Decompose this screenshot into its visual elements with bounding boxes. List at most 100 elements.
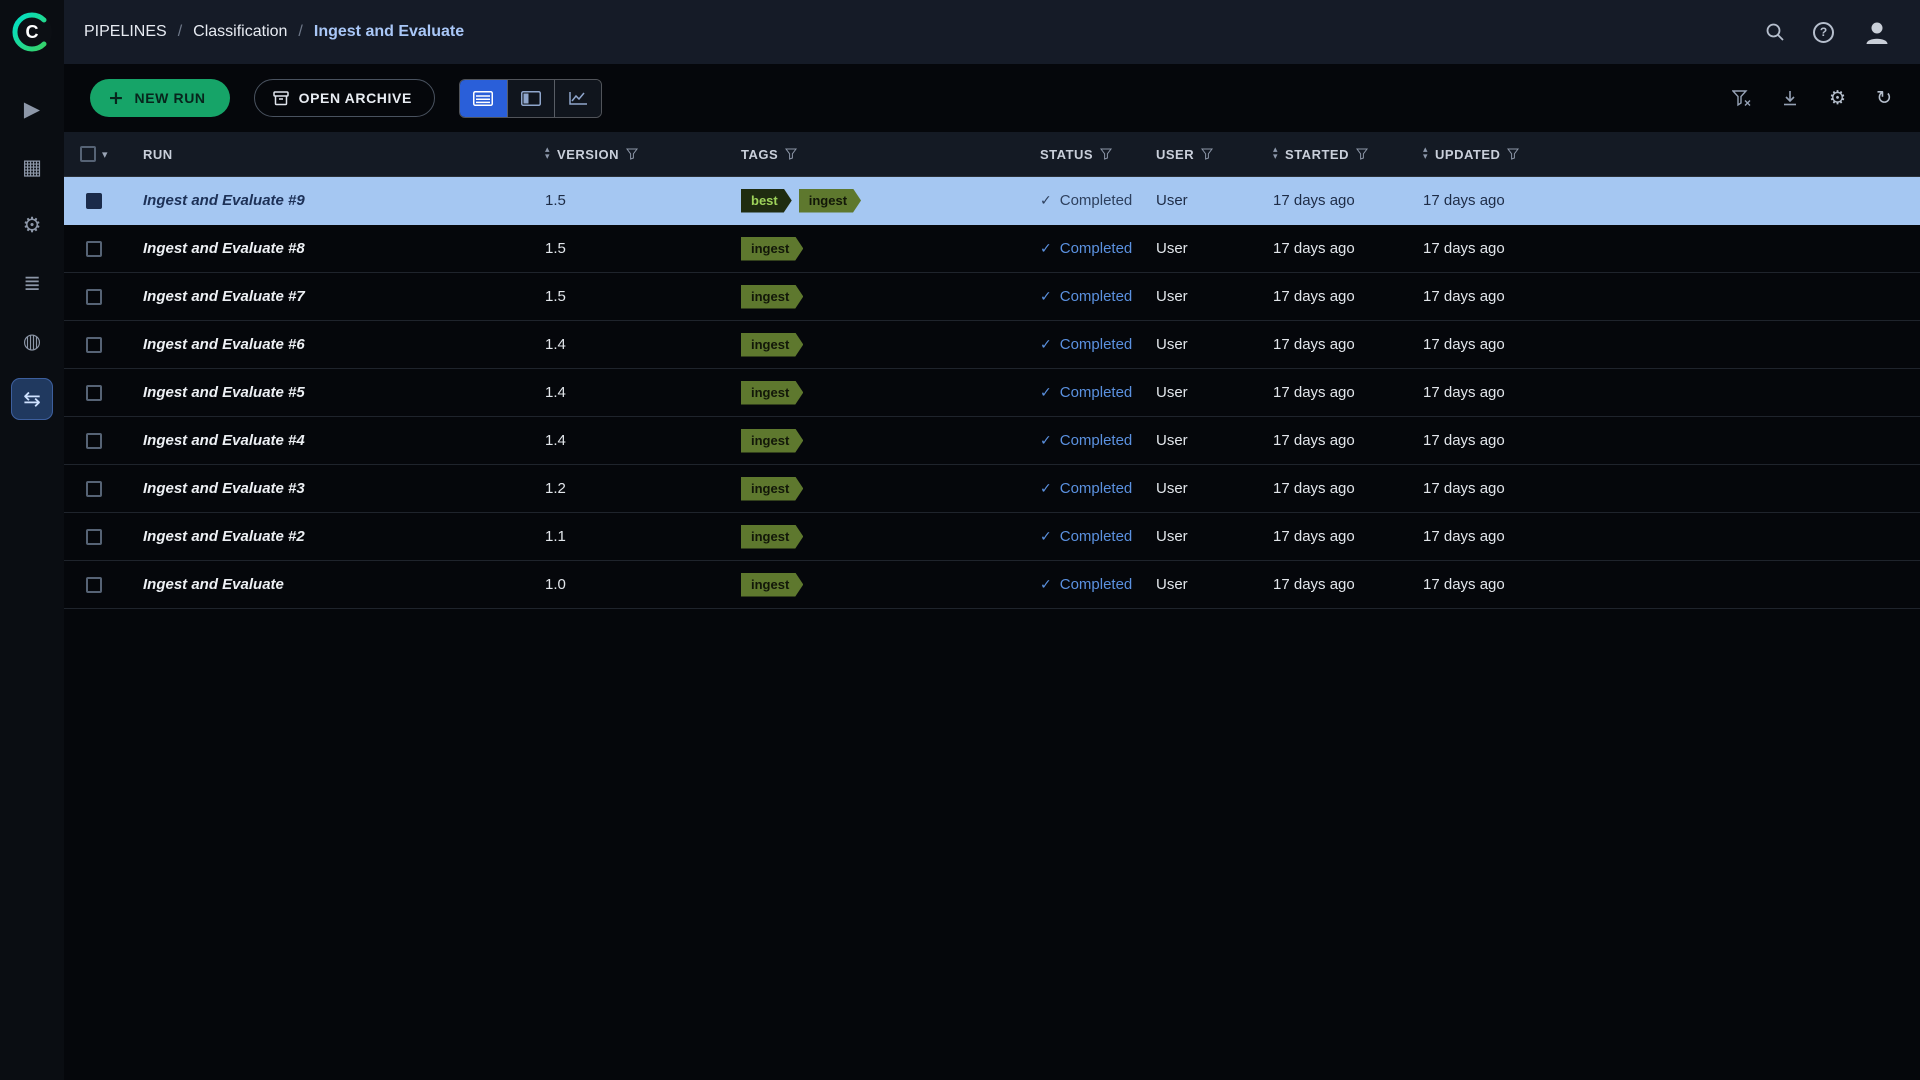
run-tags: ingest [741, 285, 1040, 309]
table-view-button[interactable] [460, 80, 507, 117]
column-header-user[interactable]: USER [1156, 147, 1273, 162]
search-icon[interactable] [1765, 22, 1785, 42]
models-icon: ⚙ [23, 213, 42, 237]
breadcrumb-current-pipeline: Ingest and Evaluate [314, 23, 464, 41]
run-cell: Ingest and Evaluate #2 [124, 528, 545, 546]
status-check-icon: ✓ [1040, 385, 1052, 401]
run-name-link[interactable]: Ingest and Evaluate #8 [143, 240, 305, 257]
run-name-link[interactable]: Ingest and Evaluate #6 [143, 336, 305, 353]
run-updated: 17 days ago [1423, 240, 1920, 257]
breadcrumb-separator: / [178, 23, 182, 41]
run-name-link[interactable]: Ingest and Evaluate #3 [143, 480, 305, 497]
open-archive-button[interactable]: OPEN ARCHIVE [254, 79, 435, 117]
table-row[interactable]: Ingest and Evaluate #7 1.5 ingest ✓ Comp… [64, 273, 1920, 321]
sidebar-item-projects[interactable]: ▶ [11, 88, 53, 130]
row-checkbox[interactable] [86, 385, 102, 401]
run-started: 17 days ago [1273, 192, 1423, 209]
download-icon[interactable] [1781, 89, 1799, 107]
run-started: 17 days ago [1273, 576, 1423, 593]
filter-icon[interactable] [626, 148, 638, 160]
filter-icon[interactable] [1507, 148, 1519, 160]
run-name-link[interactable]: Ingest and Evaluate #5 [143, 384, 305, 401]
run-name-link[interactable]: Ingest and Evaluate [143, 576, 284, 593]
row-select-cell [64, 481, 124, 497]
row-checkbox[interactable] [86, 577, 102, 593]
sidebar-item-workers[interactable]: ◍ [11, 320, 53, 362]
table-row[interactable]: Ingest and Evaluate #8 1.5 ingest ✓ Comp… [64, 225, 1920, 273]
table-row[interactable]: Ingest and Evaluate #3 1.2 ingest ✓ Comp… [64, 465, 1920, 513]
user-avatar[interactable] [1862, 17, 1892, 47]
run-user: User [1156, 240, 1273, 257]
filter-icon[interactable] [1356, 148, 1368, 160]
tag-chip: ingest [741, 573, 803, 597]
column-header-status[interactable]: STATUS [1040, 147, 1156, 162]
column-header-run[interactable]: RUN [124, 147, 545, 162]
sidebar-item-datasets[interactable]: ▦ [11, 146, 53, 188]
row-checkbox[interactable] [86, 481, 102, 497]
filter-icon[interactable] [785, 148, 797, 160]
run-name-link[interactable]: Ingest and Evaluate #2 [143, 528, 305, 545]
split-view-button[interactable] [507, 80, 554, 117]
clear-filters-icon[interactable] [1732, 90, 1751, 107]
run-version: 1.5 [545, 192, 741, 209]
workers-icon: ◍ [23, 329, 41, 353]
table-row[interactable]: Ingest and Evaluate #6 1.4 ingest ✓ Comp… [64, 321, 1920, 369]
breadcrumb-project[interactable]: Classification [193, 23, 287, 41]
row-checkbox[interactable] [86, 193, 102, 209]
run-user: User [1156, 480, 1273, 497]
run-tags: ingest [741, 477, 1040, 501]
new-run-button[interactable]: + NEW RUN [90, 79, 230, 117]
sort-icon[interactable]: ▴▾ [1423, 147, 1428, 161]
run-tags: ingest [741, 333, 1040, 357]
datasets-icon: ▦ [22, 155, 42, 179]
table-row[interactable]: Ingest and Evaluate #2 1.1 ingest ✓ Comp… [64, 513, 1920, 561]
table-row[interactable]: Ingest and Evaluate #5 1.4 ingest ✓ Comp… [64, 369, 1920, 417]
filter-icon[interactable] [1201, 148, 1213, 160]
settings-gear-icon[interactable]: ⚙ [1829, 87, 1846, 109]
column-header-started[interactable]: ▴▾ STARTED [1273, 147, 1423, 162]
app-logo[interactable]: C [0, 0, 64, 64]
row-checkbox[interactable] [86, 529, 102, 545]
auto-refresh-icon[interactable]: ↻ [1876, 87, 1892, 109]
status-text: Completed [1060, 192, 1133, 209]
run-cell: Ingest and Evaluate #6 [124, 336, 545, 354]
column-header-version[interactable]: ▴▾ VERSION [545, 147, 741, 162]
table-row[interactable]: Ingest and Evaluate #4 1.4 ingest ✓ Comp… [64, 417, 1920, 465]
table-body: Ingest and Evaluate #9 1.5 bestingest ✓ … [64, 177, 1920, 609]
run-name-link[interactable]: Ingest and Evaluate #9 [143, 192, 305, 209]
chart-view-button[interactable] [554, 80, 601, 117]
sidebar-item-reports[interactable]: ≣ [11, 262, 53, 304]
table-row[interactable]: Ingest and Evaluate 1.0 ingest ✓ Complet… [64, 561, 1920, 609]
row-checkbox[interactable] [86, 337, 102, 353]
run-name-link[interactable]: Ingest and Evaluate #7 [143, 288, 305, 305]
row-checkbox[interactable] [86, 241, 102, 257]
sort-icon[interactable]: ▴▾ [545, 147, 550, 161]
sort-icon[interactable]: ▴▾ [1273, 147, 1278, 161]
run-updated: 17 days ago [1423, 432, 1920, 449]
header-actions: ? [1765, 17, 1892, 47]
table-row[interactable]: Ingest and Evaluate #9 1.5 bestingest ✓ … [64, 177, 1920, 225]
run-name-link[interactable]: Ingest and Evaluate #4 [143, 432, 305, 449]
row-select-cell [64, 289, 124, 305]
sidebar-item-models[interactable]: ⚙ [11, 204, 53, 246]
run-status: ✓ Completed [1040, 336, 1156, 353]
sidebar-item-pipelines[interactable]: ⇆ [11, 378, 53, 420]
breadcrumb-pipelines[interactable]: PIPELINES [84, 23, 167, 41]
select-dropdown-caret[interactable]: ▾ [102, 148, 108, 161]
select-all-checkbox[interactable] [80, 146, 96, 162]
column-label: UPDATED [1435, 147, 1500, 162]
status-check-icon: ✓ [1040, 481, 1052, 497]
top-header: PIPELINES / Classification / Ingest and … [64, 0, 1920, 64]
column-header-updated[interactable]: ▴▾ UPDATED [1423, 147, 1920, 162]
chart-view-icon [568, 91, 588, 106]
run-version: 1.1 [545, 528, 741, 545]
row-checkbox[interactable] [86, 433, 102, 449]
sort-down-arrow: ▾ [1273, 154, 1278, 161]
reports-icon: ≣ [23, 271, 41, 295]
filter-icon[interactable] [1100, 148, 1112, 160]
row-select-cell [64, 529, 124, 545]
run-updated: 17 days ago [1423, 336, 1920, 353]
help-icon[interactable]: ? [1813, 22, 1834, 43]
column-header-tags[interactable]: TAGS [741, 147, 1040, 162]
row-checkbox[interactable] [86, 289, 102, 305]
